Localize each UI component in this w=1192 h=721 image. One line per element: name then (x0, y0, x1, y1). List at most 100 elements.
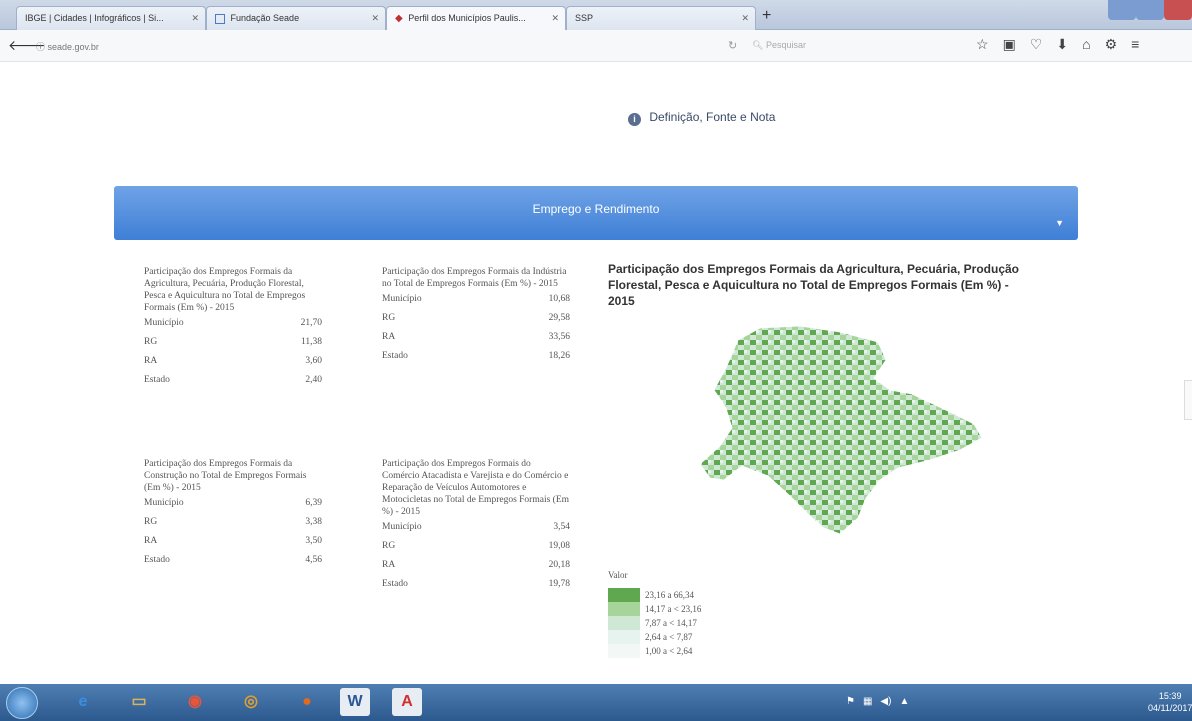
taskbar-app-acrobat-icon[interactable]: A (392, 688, 422, 716)
panel-row: RA 3,60 (144, 356, 322, 371)
taskbar-app-internet-explorer-icon[interactable]: e (68, 688, 98, 716)
legend-label: 2,64 a < 7,87 (645, 632, 693, 642)
row-value: 4,56 (305, 555, 322, 565)
taskbar-app-chrome-icon[interactable]: ◎ (236, 688, 266, 716)
row-label: Município (382, 522, 422, 532)
row-value: 18,26 (548, 351, 570, 361)
row-label: RG (382, 313, 396, 323)
reading-list-icon[interactable]: ▣ (1003, 36, 1016, 53)
definition-link[interactable]: i Definição, Fonte e Nota (628, 110, 775, 126)
clock[interactable]: 15:39 04/11/2017 (1148, 690, 1192, 714)
close-window-button[interactable] (1164, 0, 1192, 20)
legend-item: 2,64 a < 7,87 (608, 630, 701, 644)
panel-row: Estado 19,78 (382, 579, 570, 594)
seade-logo-icon: ◆ (395, 13, 403, 25)
state-shape[interactable] (699, 325, 983, 535)
download-icon[interactable]: ⬇ (1056, 36, 1068, 53)
row-label: RA (144, 536, 158, 546)
row-value: 10,68 (548, 294, 570, 304)
row-label: RG (144, 517, 158, 527)
taskbar-app-media-player-icon[interactable]: ◉ (180, 688, 210, 716)
page-icon (215, 13, 225, 24)
taskbar-app-windows-explorer-icon[interactable]: ▭ (124, 688, 154, 716)
map-title: Participação dos Empregos Formais da Agr… (608, 262, 1020, 308)
panel-title: Participação dos Empregos Formais do Com… (382, 459, 570, 517)
tab-perfil-municipios[interactable]: ◆ Perfil dos Municípios Paulis... ✕ (386, 6, 566, 30)
close-icon[interactable]: ✕ (371, 13, 379, 24)
page-content: i Definição, Fonte e Nota Emprego e Rend… (0, 62, 1192, 684)
clock-date: 04/11/2017 (1148, 703, 1192, 713)
panel-row: Município 10,68 (382, 294, 570, 309)
panel-row: RG 3,38 (144, 517, 322, 532)
row-label: RA (382, 332, 396, 342)
panel-row: RA 33,56 (382, 332, 570, 347)
panel-row: Município 21,70 (144, 318, 322, 333)
row-label: Município (144, 318, 184, 328)
legend-swatch (608, 644, 640, 658)
row-label: Estado (382, 351, 408, 361)
row-value: 20,18 (548, 560, 570, 570)
menu-icon[interactable]: ≡ (1131, 36, 1139, 53)
panel-row: RG 11,38 (144, 337, 322, 352)
bookmark-star-icon[interactable]: ☆ (976, 36, 989, 53)
panel-row: RG 19,08 (382, 541, 570, 556)
panel-row: Estado 4,56 (144, 555, 322, 570)
pocket-icon[interactable]: ♡ (1030, 36, 1043, 53)
panel-row: RA 3,50 (144, 536, 322, 551)
indicator-panel-agricultura: Participação dos Empregos Formais da Agr… (144, 266, 322, 390)
side-panel-handle[interactable] (1184, 380, 1192, 420)
maximize-button[interactable] (1136, 0, 1164, 20)
network-icon[interactable]: ▦ (863, 696, 872, 707)
start-button[interactable] (6, 687, 38, 719)
row-value: 3,50 (305, 536, 322, 546)
panel-row: Estado 18,26 (382, 351, 570, 366)
volume-icon[interactable]: ◀) (880, 696, 891, 707)
tab-fundacao-seade[interactable]: Fundação Seade ✕ (206, 6, 386, 30)
panel-row: Município 3,54 (382, 522, 570, 537)
tab-label: IBGE | Cidades | Infográficos | Si... (25, 13, 164, 23)
address-bar[interactable]: ⓘ seade.gov.br (30, 36, 710, 56)
row-value: 11,38 (300, 337, 322, 347)
taskbar-app-firefox-icon[interactable]: ● (292, 688, 322, 716)
close-icon[interactable]: ✕ (741, 13, 749, 24)
panel-row: RA 20,18 (382, 560, 570, 575)
home-icon[interactable]: ⌂ (1082, 36, 1090, 53)
row-label: RA (382, 560, 396, 570)
row-value: 3,38 (305, 517, 322, 527)
legend-item: 1,00 a < 2,64 (608, 644, 701, 658)
tab-ibge[interactable]: IBGE | Cidades | Infográficos | Si... ✕ (16, 6, 206, 30)
chevron-up-icon[interactable]: ▲ (899, 696, 909, 707)
close-icon[interactable]: ✕ (551, 13, 559, 24)
row-label: Estado (144, 375, 170, 385)
info-icon: i (628, 113, 641, 126)
panel-row: Estado 2,40 (144, 375, 322, 390)
tab-ssp[interactable]: SSP ✕ (566, 6, 756, 30)
row-label: Município (144, 498, 184, 508)
legend-item: 7,87 a < 14,17 (608, 616, 701, 630)
chevron-down-icon[interactable]: ▼ (1055, 218, 1064, 228)
reload-icon[interactable]: ↻ (728, 39, 737, 52)
extension-icon[interactable]: ⚙ (1105, 36, 1118, 53)
search-field[interactable]: 🔍︎ Pesquisar (746, 36, 946, 56)
row-value: 33,56 (548, 332, 570, 342)
row-value: 19,08 (548, 541, 570, 551)
row-value: 3,60 (305, 356, 322, 366)
legend-rows: 23,16 a 66,34 14,17 a < 23,16 7,87 a < 14,… (608, 588, 701, 658)
panel-row: RG 29,58 (382, 313, 570, 328)
sao-paulo-choropleth-map[interactable] (690, 320, 990, 550)
flag-icon[interactable]: ⚑ (846, 696, 855, 707)
tab-label: SSP (575, 13, 594, 23)
close-icon[interactable]: ✕ (191, 13, 199, 24)
clock-time: 15:39 (1158, 691, 1182, 701)
new-tab-icon[interactable]: + (762, 7, 771, 25)
section-banner[interactable]: Emprego e Rendimento ▼ (114, 186, 1078, 240)
windows-taskbar: e ▭ ◉ ◎ ● W A ⚑ ▦ ◀) ▲ 15:39 04/11/2017 (0, 684, 1192, 721)
search-icon: 🔍︎ (752, 40, 766, 50)
url-text: seade.gov.br (47, 42, 99, 52)
legend-label: 7,87 a < 14,17 (645, 618, 697, 628)
tab-label: Perfil dos Municípios Paulis... (408, 13, 526, 23)
minimize-button[interactable] (1108, 0, 1136, 20)
taskbar-app-word-icon[interactable]: W (340, 688, 370, 716)
row-value: 6,39 (305, 498, 322, 508)
legend-item: 14,17 a < 23,16 (608, 602, 701, 616)
